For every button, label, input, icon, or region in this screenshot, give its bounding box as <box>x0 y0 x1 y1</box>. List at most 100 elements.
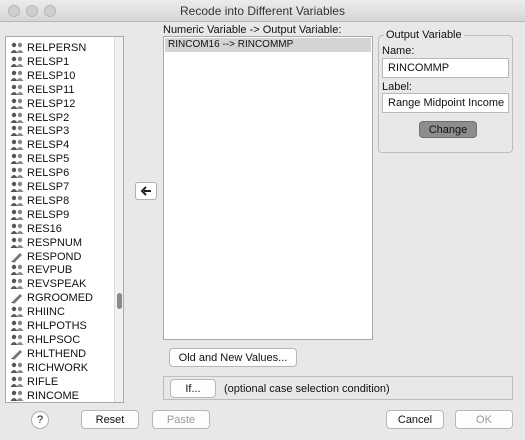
help-button[interactable]: ? <box>31 411 49 429</box>
variable-list-item[interactable]: RESPNUM <box>10 236 82 250</box>
variable-list-item[interactable]: RELSP12 <box>10 97 75 111</box>
scale-icon <box>10 376 24 388</box>
variable-label: RELSP11 <box>27 83 75 96</box>
variable-list-item[interactable]: RELSP4 <box>10 138 69 152</box>
scale-icon <box>10 98 24 110</box>
variable-label: RELSP1 <box>27 55 70 68</box>
ok-button[interactable]: OK <box>455 410 513 429</box>
source-variable-list[interactable]: RINCOME RIFLE RICHWORK RHLTHEND RHLPSOC RHLPO… <box>5 36 124 403</box>
variable-label: REVSPEAK <box>27 278 87 291</box>
scrollbar-thumb[interactable] <box>117 293 122 309</box>
title-bar: Recode into Different Variables <box>0 0 525 22</box>
variable-list-item[interactable]: RELSP10 <box>10 69 75 83</box>
paste-button[interactable]: Paste <box>152 410 210 429</box>
variable-label: RHLTHEND <box>27 347 87 360</box>
output-variable-legend: Output Variable <box>384 29 464 41</box>
scale-icon <box>10 125 24 137</box>
variable-list-item[interactable]: RGROOMED <box>10 291 93 305</box>
old-and-new-values-button[interactable]: Old and New Values... <box>169 348 297 367</box>
variable-list-scrollbar[interactable] <box>114 37 123 402</box>
variable-label: RELSP4 <box>27 139 70 152</box>
scale-icon <box>10 112 24 124</box>
name-input[interactable]: RINCOMMP <box>382 58 509 78</box>
variable-label: RELSP8 <box>27 194 70 207</box>
variable-list-item[interactable]: RELSP6 <box>10 166 69 180</box>
variable-label: RELSP6 <box>27 167 70 180</box>
variable-list-item[interactable]: RELSP11 <box>10 83 75 97</box>
variable-label: RELSP7 <box>27 181 70 193</box>
variable-label: RGROOMED <box>27 292 93 305</box>
pencil-icon <box>10 292 24 305</box>
scale-icon <box>10 42 24 54</box>
move-variable-button[interactable] <box>135 182 157 200</box>
scale-icon <box>10 153 24 165</box>
variable-list-item[interactable]: REVSPEAK <box>10 277 86 291</box>
scale-icon <box>10 84 24 96</box>
variable-list-item[interactable]: RELSP3 <box>10 124 69 138</box>
window-title: Recode into Different Variables <box>180 4 345 18</box>
scale-icon <box>10 70 24 82</box>
variable-label: RELSP10 <box>27 69 76 82</box>
variable-list-item[interactable]: RINCOME <box>10 389 79 403</box>
variable-list-item[interactable]: REVPUB <box>10 263 72 277</box>
variable-label: RES16 <box>27 222 62 235</box>
label-label: Label: <box>382 81 412 93</box>
cancel-button[interactable]: Cancel <box>386 410 444 429</box>
variable-list-item[interactable]: RHIINC <box>10 305 65 319</box>
variable-list-item[interactable]: RELSP2 <box>10 111 69 125</box>
variable-list-item[interactable]: RELSP5 <box>10 152 69 166</box>
pencil-icon <box>10 251 24 263</box>
mapping-row[interactable]: RINCOM16 --> RINCOMMP <box>165 38 371 52</box>
if-button[interactable]: If... <box>170 379 216 398</box>
variable-label: RIFLE <box>27 375 59 388</box>
scale-icon <box>10 362 24 374</box>
variable-label: RELSP5 <box>27 153 70 166</box>
variable-list-item[interactable]: RELSP8 <box>10 194 69 208</box>
mapping-header: Numeric Variable -> Output Variable: <box>163 24 342 36</box>
arrow-left-icon <box>140 186 151 196</box>
reset-button[interactable]: Reset <box>81 410 139 429</box>
scale-icon <box>10 320 24 332</box>
variable-label: RHIINC <box>27 306 65 319</box>
label-input[interactable]: Range Midpoint Income <box>382 93 509 113</box>
variable-list-item[interactable]: RESPOND <box>10 250 81 264</box>
variable-label: RELPERSN <box>27 42 87 54</box>
variable-list-item[interactable]: RES16 <box>10 222 62 236</box>
scale-icon <box>10 139 24 151</box>
pencil-icon <box>10 348 24 360</box>
variable-list-item[interactable]: RELSP7 <box>10 180 69 194</box>
variable-list-item[interactable]: RICHWORK <box>10 361 88 375</box>
variable-list-item[interactable]: RHLTHEND <box>10 347 86 361</box>
scale-icon <box>10 209 24 221</box>
variable-label: RICHWORK <box>27 361 89 374</box>
variable-label: RESPNUM <box>27 236 83 249</box>
scale-icon <box>10 334 24 346</box>
variable-label: RHLPOTHS <box>27 320 87 332</box>
scale-icon <box>10 167 24 179</box>
variable-list-item[interactable]: RELSP1 <box>10 55 69 69</box>
variable-label: RHLPSOC <box>27 333 81 346</box>
scale-icon <box>10 223 24 235</box>
variable-list-item[interactable]: RHLPOTHS <box>10 319 87 333</box>
variable-label: RELSP3 <box>27 125 70 138</box>
change-button[interactable]: Change <box>419 121 477 138</box>
scale-icon <box>10 306 24 318</box>
scale-icon <box>10 195 24 207</box>
variable-label: REVPUB <box>27 264 73 277</box>
variable-label: RESPOND <box>27 250 82 263</box>
name-label: Name: <box>382 45 415 57</box>
scale-icon <box>10 264 24 276</box>
scale-icon <box>10 56 24 68</box>
scale-icon <box>10 390 24 402</box>
if-hint-text: (optional case selection condition) <box>224 383 390 395</box>
scale-icon <box>10 237 24 249</box>
scale-icon <box>10 181 24 193</box>
variable-list-item[interactable]: RIFLE <box>10 375 58 389</box>
variable-list-item[interactable]: RELPERSN <box>10 41 86 55</box>
variable-list-item[interactable]: RHLPSOC <box>10 333 80 347</box>
mapping-list[interactable]: RINCOM16 --> RINCOMMP <box>163 36 373 340</box>
variable-list-item[interactable]: RELSP9 <box>10 208 69 222</box>
scale-icon <box>10 278 24 290</box>
variable-label: RELSP12 <box>27 97 76 110</box>
variable-label: RELSP2 <box>27 111 70 124</box>
